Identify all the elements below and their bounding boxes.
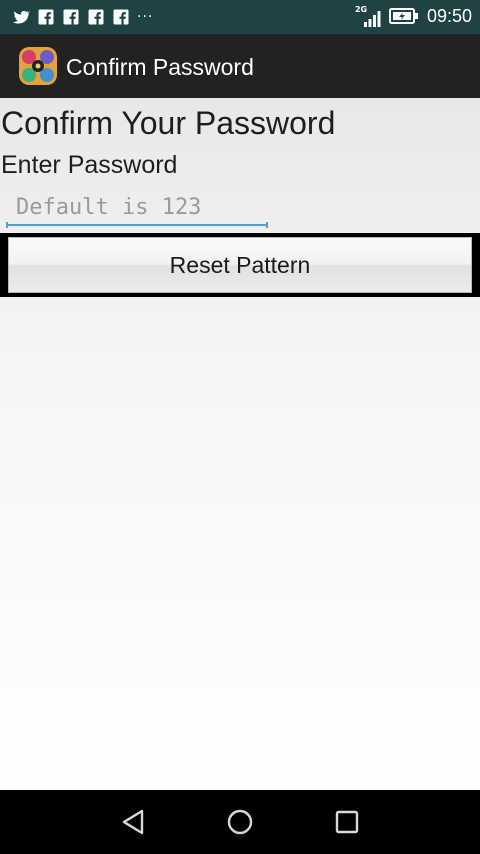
home-circle-icon [227, 809, 253, 835]
cell-signal: 2G [355, 5, 381, 27]
back-button[interactable] [115, 804, 151, 840]
status-bar: ··· 2G 09:50 [0, 0, 480, 34]
facebook-icon [88, 9, 104, 25]
battery-charging-icon [388, 8, 418, 24]
clock: 09:50 [426, 6, 472, 26]
reset-pattern-button[interactable]: Reset Pattern [8, 237, 472, 293]
twitter-icon [12, 10, 30, 24]
button-frame: Reset Pattern [0, 233, 480, 297]
input-underline-corner [266, 222, 268, 228]
password-input[interactable] [6, 190, 268, 226]
recent-apps-button[interactable] [329, 804, 365, 840]
page-title: Confirm Your Password [1, 105, 336, 141]
screen: ··· 2G 09:50 Confirm Password Confirm Yo… [0, 0, 480, 854]
facebook-icon [38, 9, 54, 25]
back-triangle-icon [122, 809, 144, 835]
app-title: Confirm Password [66, 54, 254, 80]
signal-strength-icon [363, 11, 381, 27]
notification-icons: ··· [12, 8, 153, 26]
action-bar: Confirm Password [0, 34, 480, 98]
navigation-bar [0, 790, 480, 854]
facebook-icon [63, 9, 79, 25]
system-icons: 2G 09:50 [355, 5, 472, 27]
home-button[interactable] [222, 804, 258, 840]
facebook-icon [113, 9, 129, 25]
main-content: Confirm Your Password Enter Password Res… [0, 98, 480, 790]
more-notifications-icon: ··· [137, 9, 154, 25]
input-underline-corner [6, 222, 8, 228]
app-logo-icon [19, 47, 57, 85]
password-label: Enter Password [1, 151, 178, 179]
recent-square-icon [335, 810, 359, 834]
